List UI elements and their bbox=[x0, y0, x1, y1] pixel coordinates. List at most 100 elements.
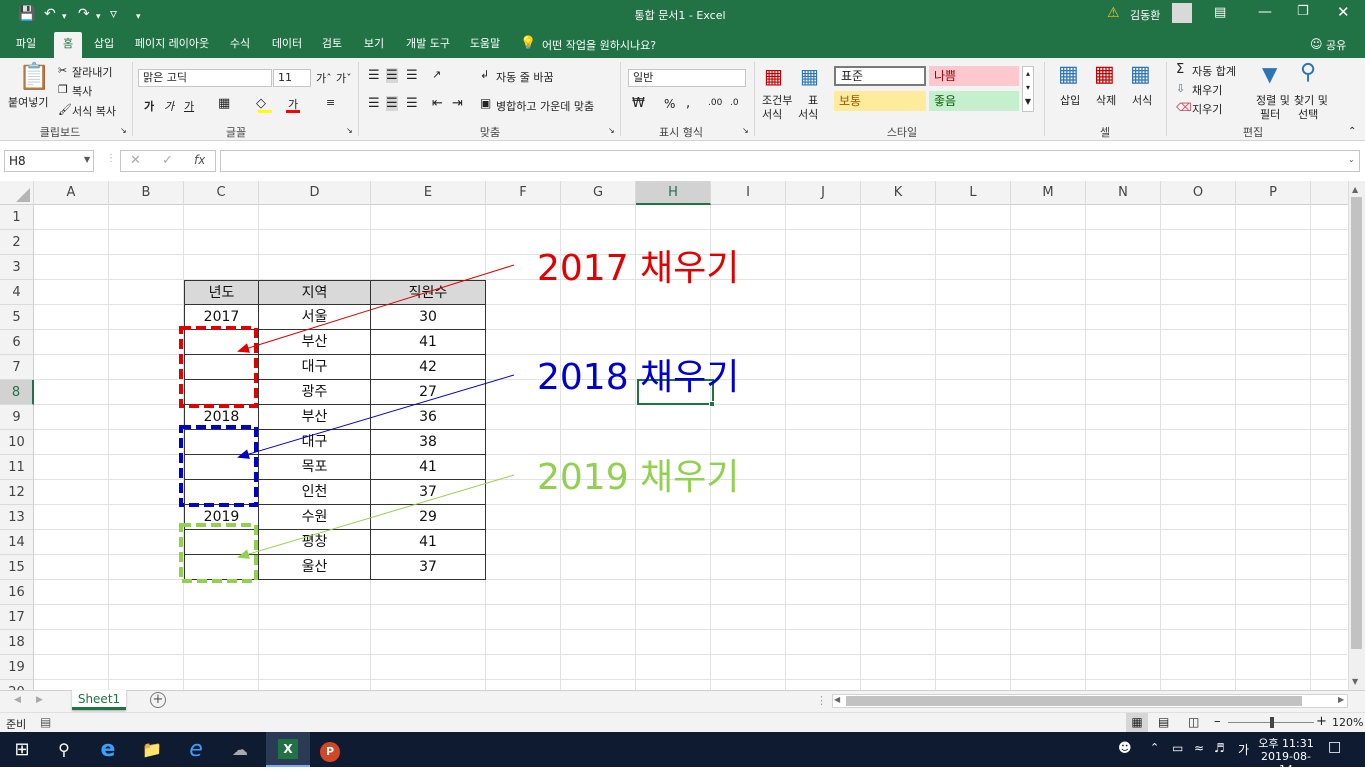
tray-expand-icon[interactable]: ⌃ bbox=[1150, 741, 1159, 754]
clear-icon[interactable]: ⌫ bbox=[1176, 101, 1192, 114]
insert-function-button[interactable]: fx bbox=[194, 153, 205, 167]
windows-start-icon[interactable]: ⊞ bbox=[6, 736, 38, 764]
format-painter-button[interactable]: 서식 복사 bbox=[72, 103, 116, 119]
increase-decimal-icon[interactable]: .00 bbox=[708, 98, 722, 108]
cut-icon[interactable]: ✂ bbox=[58, 64, 67, 77]
paint-icon[interactable]: ☁ bbox=[224, 736, 256, 764]
avatar[interactable] bbox=[1172, 3, 1192, 23]
filter-clear-icon[interactable]: ▿ bbox=[110, 6, 117, 22]
row-header-3[interactable]: 3 bbox=[0, 255, 34, 280]
minimize-icon[interactable]: — bbox=[1258, 4, 1272, 20]
style-normal[interactable]: 표준 bbox=[834, 66, 926, 86]
tab-home[interactable]: 홈 bbox=[54, 32, 82, 58]
styles-gallery-scroll[interactable]: ▴ ▾ ▼ bbox=[1022, 66, 1034, 112]
column-header-m[interactable]: M bbox=[1011, 181, 1086, 205]
battery-icon[interactable]: ▭ bbox=[1172, 741, 1183, 755]
macro-record-icon[interactable]: ▤ bbox=[40, 715, 51, 729]
ime-indicator[interactable]: 가 bbox=[1238, 741, 1249, 758]
restore-icon[interactable]: ❐ bbox=[1297, 4, 1309, 19]
tab-formulas[interactable]: 수식 bbox=[222, 29, 258, 58]
row-header-19[interactable]: 19 bbox=[0, 655, 34, 680]
column-header-l[interactable]: L bbox=[936, 181, 1011, 205]
decrease-decimal-icon[interactable]: .0 bbox=[730, 98, 739, 108]
decrease-indent-icon[interactable]: ⇤ bbox=[432, 96, 443, 111]
format-table-icon[interactable]: ▦ bbox=[800, 64, 819, 88]
row-header-5[interactable]: 5 bbox=[0, 305, 34, 330]
paste-button[interactable]: 붙여넣기 bbox=[8, 94, 48, 110]
redo-icon[interactable]: ↷ bbox=[78, 6, 90, 22]
align-right-icon[interactable]: ☰ bbox=[406, 96, 418, 111]
normal-view-icon[interactable]: ▦ bbox=[1126, 713, 1148, 732]
edge-icon[interactable]: e bbox=[92, 736, 124, 764]
fill-handle[interactable] bbox=[709, 401, 715, 407]
row-header-4[interactable]: 4 bbox=[0, 280, 34, 305]
autosum-button[interactable]: 자동 합계 bbox=[1192, 63, 1236, 79]
undo-icon[interactable]: ↶ bbox=[44, 6, 56, 22]
share-button[interactable]: 공유 bbox=[1326, 37, 1346, 53]
h-scroll-thumb[interactable] bbox=[846, 696, 1302, 706]
row-header-13[interactable]: 13 bbox=[0, 505, 34, 530]
bold-button[interactable]: 가 bbox=[144, 98, 154, 114]
sort-filter-button-2[interactable]: 필터 bbox=[1260, 106, 1280, 122]
tab-review[interactable]: 검토 bbox=[314, 29, 350, 58]
scroll-right-icon[interactable]: ▶ bbox=[1338, 695, 1344, 704]
clock-time[interactable]: 오후 11:31 bbox=[1256, 735, 1316, 751]
number-format-select[interactable]: 일반 bbox=[628, 69, 746, 87]
row-header-1[interactable]: 1 bbox=[0, 205, 34, 230]
tab-page-layout[interactable]: 페이지 레이아웃 bbox=[126, 29, 218, 58]
file-explorer-icon[interactable]: 📁 bbox=[136, 736, 168, 764]
orientation-icon[interactable]: ↗ bbox=[432, 68, 441, 81]
zoom-out-icon[interactable]: – bbox=[1214, 713, 1221, 731]
tab-file[interactable]: 파일 bbox=[6, 29, 46, 58]
format-cells-button[interactable]: 서식 bbox=[1132, 92, 1152, 108]
row-header-17[interactable]: 17 bbox=[0, 605, 34, 630]
column-header-i[interactable]: I bbox=[711, 181, 786, 205]
percent-button[interactable]: % bbox=[664, 97, 675, 111]
undo-dropdown-icon[interactable]: ▾ bbox=[62, 9, 67, 25]
clock-date[interactable]: 2019-08-14 bbox=[1256, 750, 1316, 776]
column-header-n[interactable]: N bbox=[1086, 181, 1161, 205]
align-left-icon[interactable]: ☰ bbox=[368, 96, 380, 111]
decrease-font-icon[interactable]: 가ˇ bbox=[336, 70, 352, 86]
row-header-15[interactable]: 15 bbox=[0, 555, 34, 580]
align-bottom-icon[interactable]: ☰ bbox=[406, 68, 418, 83]
cancel-icon[interactable]: ✕ bbox=[130, 153, 141, 168]
column-header-p[interactable]: P bbox=[1236, 181, 1311, 205]
font-name-select[interactable]: 맑은 고딕 bbox=[138, 69, 272, 87]
style-bad[interactable]: 나쁨 bbox=[929, 66, 1019, 86]
tab-developer[interactable]: 개발 도구 bbox=[398, 29, 458, 58]
redo-dropdown-icon[interactable]: ▾ bbox=[96, 9, 101, 25]
font-size-select[interactable]: 11 bbox=[273, 69, 311, 87]
select-all-button[interactable] bbox=[0, 181, 34, 205]
cut-button[interactable]: 잘라내기 bbox=[72, 64, 112, 80]
warning-icon[interactable]: ⚠ bbox=[1107, 5, 1120, 21]
scroll-thumb[interactable] bbox=[1351, 197, 1362, 649]
tab-insert[interactable]: 삽입 bbox=[86, 29, 122, 58]
formula-input[interactable] bbox=[220, 150, 1360, 172]
alignment-launcher-icon[interactable]: ↘ bbox=[608, 126, 615, 135]
fill-icon[interactable]: ⇩ bbox=[1176, 82, 1185, 95]
row-header-12[interactable]: 12 bbox=[0, 480, 34, 505]
scroll-left-icon[interactable]: ◀ bbox=[834, 695, 840, 704]
tab-view[interactable]: 보기 bbox=[356, 29, 392, 58]
worksheet-grid[interactable]: 년도 지역 직원수 2017 서울 30 부산 41 대구 42 광주 27 2018 부산 36 대구 38 목… bbox=[34, 205, 1347, 690]
increase-indent-icon[interactable]: ⇥ bbox=[452, 96, 463, 111]
internet-explorer-icon[interactable]: e bbox=[180, 736, 212, 764]
align-middle-icon[interactable]: ☰ bbox=[386, 68, 398, 83]
insert-cells-button[interactable]: 삽입 bbox=[1060, 92, 1080, 108]
column-header-a[interactable]: A bbox=[34, 181, 109, 205]
delete-cells-button[interactable]: 삭제 bbox=[1096, 92, 1116, 108]
powerpoint-taskbar-button[interactable]: P bbox=[314, 736, 346, 764]
insert-cells-icon[interactable]: ▦ bbox=[1058, 62, 1079, 87]
row-header-2[interactable]: 2 bbox=[0, 230, 34, 255]
row-header-20[interactable]: 20 bbox=[0, 680, 34, 690]
border-icon[interactable]: ▦ bbox=[218, 96, 230, 111]
find-select-button-2[interactable]: 선택 bbox=[1298, 106, 1318, 122]
column-header-f[interactable]: F bbox=[486, 181, 561, 205]
delete-cells-icon[interactable]: ▦ bbox=[1094, 62, 1115, 87]
enter-icon[interactable]: ✓ bbox=[162, 153, 173, 168]
tab-help[interactable]: 도움말 bbox=[462, 29, 508, 58]
column-header-c[interactable]: C bbox=[184, 181, 259, 205]
increase-font-icon[interactable]: 가ˆ bbox=[316, 70, 332, 86]
column-header-h[interactable]: H bbox=[636, 181, 711, 205]
